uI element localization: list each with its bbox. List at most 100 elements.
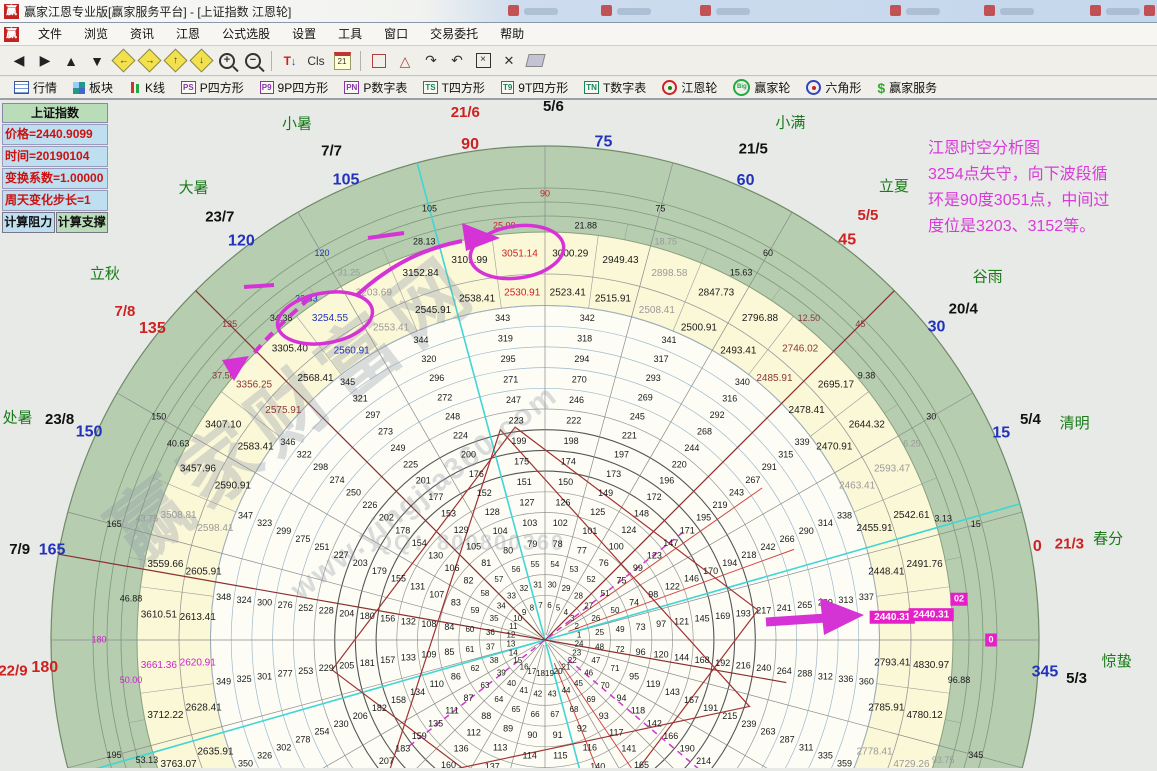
- view-winner-wheel[interactable]: Big赢家轮: [727, 78, 796, 98]
- view-t-table[interactable]: TNT数字表: [578, 78, 652, 98]
- back-button[interactable]: ◀: [6, 49, 32, 73]
- svg-text:172: 172: [647, 492, 662, 502]
- menu-settings[interactable]: 设置: [281, 23, 327, 45]
- svg-text:27: 27: [584, 602, 593, 611]
- svg-text:62: 62: [471, 664, 480, 673]
- cls-button[interactable]: Cls: [303, 49, 329, 73]
- svg-text:153: 153: [441, 509, 456, 519]
- svg-text:146: 146: [684, 574, 699, 584]
- view-kline[interactable]: K线: [123, 78, 171, 98]
- calendar-button[interactable]: 21: [329, 49, 355, 73]
- arrow-right-tail: [766, 618, 826, 622]
- svg-text:2644.32: 2644.32: [849, 420, 886, 431]
- date-field[interactable]: 时间=20190104: [2, 146, 108, 167]
- svg-text:240: 240: [756, 663, 771, 673]
- season-立秋: 立秋: [90, 266, 120, 283]
- conversion-factor-field[interactable]: 变换系数=1.00000: [2, 168, 108, 189]
- svg-text:2500.91: 2500.91: [681, 323, 718, 334]
- svg-text:229: 229: [319, 663, 334, 673]
- menu-file[interactable]: 文件: [27, 23, 73, 45]
- down-button[interactable]: ▼: [84, 49, 110, 73]
- triangle-tool-button[interactable]: △: [392, 49, 418, 73]
- svg-text:31.25: 31.25: [338, 267, 361, 277]
- menu-window[interactable]: 窗口: [373, 23, 419, 45]
- up-icon: ▲: [64, 53, 78, 69]
- view-quotes[interactable]: 行情: [8, 78, 63, 98]
- board-button[interactable]: [522, 49, 548, 73]
- svg-text:344: 344: [413, 335, 428, 345]
- svg-text:2847.73: 2847.73: [698, 288, 735, 299]
- svg-text:160: 160: [441, 760, 456, 768]
- rotate-ccw-icon: ↶: [451, 52, 463, 69]
- svg-text:3305.40: 3305.40: [272, 344, 309, 355]
- rotate-ccw-button[interactable]: ↶: [444, 49, 470, 73]
- svg-text:132: 132: [401, 616, 416, 626]
- svg-text:2605.91: 2605.91: [186, 567, 223, 578]
- view-p-square[interactable]: PSP四方形: [175, 78, 250, 98]
- pan-up-button[interactable]: ↑: [162, 49, 188, 73]
- step-field[interactable]: 周天变化步长=1: [2, 190, 108, 211]
- svg-text:2793.41: 2793.41: [874, 657, 911, 668]
- view-9p-square[interactable]: P99P四方形: [254, 78, 334, 98]
- svg-text:222: 222: [566, 416, 581, 426]
- svg-text:179: 179: [372, 566, 387, 576]
- box-select-button[interactable]: ×: [470, 49, 496, 73]
- svg-text:314: 314: [818, 518, 833, 528]
- pan-down-button[interactable]: ↓: [188, 49, 214, 73]
- svg-text:251: 251: [315, 542, 330, 552]
- t-cursor-button[interactable]: T↓: [277, 49, 303, 73]
- menu-help[interactable]: 帮助: [489, 23, 535, 45]
- outer-degree-135: 135: [139, 320, 166, 337]
- rect-tool-button[interactable]: [366, 49, 392, 73]
- svg-text:2898.58: 2898.58: [651, 268, 688, 279]
- svg-text:0: 0: [988, 634, 993, 644]
- view-9t-square[interactable]: T99T四方形: [495, 78, 574, 98]
- forward-button[interactable]: ▶: [32, 49, 58, 73]
- view-p-table[interactable]: PNP数字表: [338, 78, 413, 98]
- svg-text:38: 38: [490, 656, 499, 665]
- season-清明: 清明: [1060, 415, 1090, 432]
- menu-browse[interactable]: 浏览: [73, 23, 119, 45]
- svg-text:33: 33: [507, 591, 516, 600]
- view-service[interactable]: $赢家服务: [871, 78, 943, 98]
- svg-text:290: 290: [799, 526, 814, 536]
- svg-text:59: 59: [471, 606, 480, 615]
- svg-text:65: 65: [512, 705, 521, 714]
- zoom-out-button[interactable]: −: [240, 49, 266, 73]
- svg-text:181: 181: [360, 658, 375, 668]
- svg-text:108: 108: [421, 619, 436, 629]
- view-sectors[interactable]: 板块: [67, 78, 119, 98]
- svg-text:116: 116: [583, 743, 597, 753]
- svg-text:42: 42: [533, 690, 542, 699]
- menu-tools[interactable]: 工具: [327, 23, 373, 45]
- rotate-cw-icon: ↷: [425, 52, 437, 69]
- svg-text:345: 345: [968, 750, 983, 760]
- svg-text:2: 2: [575, 622, 580, 631]
- season-小暑: 小暑: [282, 116, 312, 133]
- view-t-square[interactable]: TST四方形: [417, 78, 491, 98]
- diamond-left-icon: ←: [111, 48, 135, 72]
- svg-text:348: 348: [216, 592, 231, 602]
- menu-formula-stockpick[interactable]: 公式选股: [211, 23, 281, 45]
- calc-support-button[interactable]: 计算支撑: [56, 212, 109, 233]
- svg-text:350: 350: [238, 758, 253, 768]
- rotate-cw-button[interactable]: ↷: [418, 49, 444, 73]
- view-gann-wheel[interactable]: 江恩轮: [656, 78, 723, 98]
- svg-text:93.75: 93.75: [932, 755, 955, 765]
- menu-news[interactable]: 资讯: [119, 23, 165, 45]
- menu-gann[interactable]: 江恩: [165, 23, 211, 45]
- price-field[interactable]: 价格=2440.9099: [2, 124, 108, 145]
- crosshair-button[interactable]: ✕: [496, 49, 522, 73]
- badge-T9-icon: T9: [501, 81, 514, 94]
- up-button[interactable]: ▲: [58, 49, 84, 73]
- svg-text:3610.51: 3610.51: [141, 609, 178, 620]
- zoom-in-button[interactable]: +: [214, 49, 240, 73]
- view-hexagon[interactable]: 六角形: [800, 78, 867, 98]
- calc-resistance-button[interactable]: 计算阻力: [2, 212, 55, 233]
- menu-trade[interactable]: 交易委托: [419, 23, 489, 45]
- svg-text:71: 71: [611, 664, 620, 673]
- pan-left-button[interactable]: ←: [110, 49, 136, 73]
- pan-right-button[interactable]: →: [136, 49, 162, 73]
- svg-text:117: 117: [609, 727, 623, 737]
- service-icon: $: [877, 80, 885, 96]
